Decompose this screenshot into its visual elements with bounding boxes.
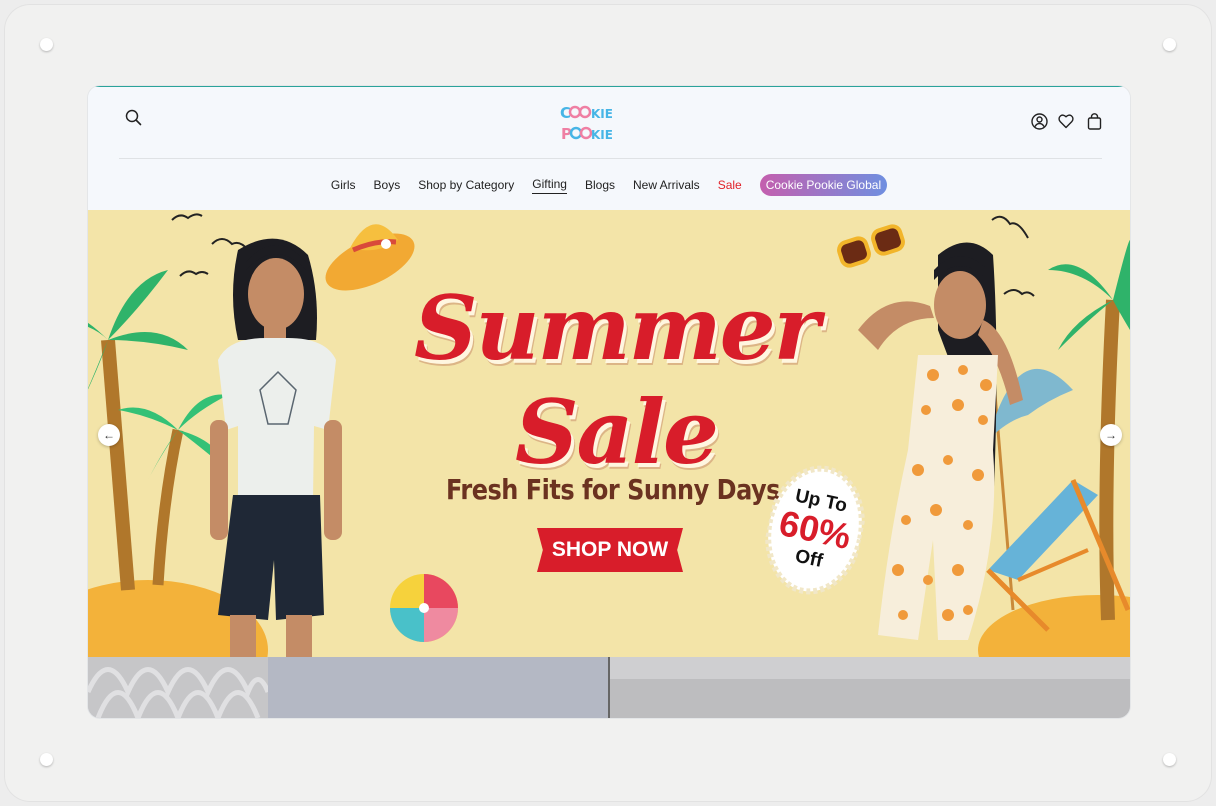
- nav-item-gifting[interactable]: Gifting: [532, 176, 567, 194]
- cookie-pookie-logo[interactable]: C KIE P KIE: [560, 100, 613, 144]
- site-header: C KIE P KIE Girls Boys Shop by Category: [88, 86, 1130, 210]
- nav-item-shop-by-category[interactable]: Shop by Category: [418, 175, 514, 195]
- next-section-preview: [88, 657, 1130, 718]
- beach-ball: [390, 574, 458, 642]
- shop-now-button[interactable]: SHOP NOW: [537, 528, 683, 572]
- user-circle-icon[interactable]: [1028, 110, 1050, 132]
- frame-screw: [40, 753, 53, 766]
- nav-item-sale[interactable]: Sale: [718, 175, 742, 195]
- header-divider: [119, 158, 1102, 159]
- hero-subline: Fresh Fits for Sunny Days: [446, 473, 780, 507]
- main-nav: Girls Boys Shop by Category Gifting Blog…: [88, 174, 1130, 196]
- arrow-right-icon[interactable]: →: [1100, 424, 1122, 446]
- hero-banner[interactable]: ← → Summer Sale Fresh Fits for Sunny Day…: [88, 210, 1130, 657]
- child-model-left: [210, 238, 342, 657]
- arrow-left-icon[interactable]: ←: [98, 424, 120, 446]
- sunglasses: [837, 224, 905, 268]
- nav-item-girls[interactable]: Girls: [331, 175, 356, 195]
- hero-headline: Summer Sale: [413, 276, 820, 484]
- badge-bottom-text: Off: [793, 545, 825, 572]
- frame-screw: [1163, 753, 1176, 766]
- svg-text:KIE: KIE: [591, 128, 612, 142]
- shopping-bag-icon[interactable]: [1083, 110, 1105, 132]
- nav-item-boys[interactable]: Boys: [374, 175, 401, 195]
- search-icon[interactable]: [122, 106, 144, 128]
- frame-screw: [40, 38, 53, 51]
- nav-item-blogs[interactable]: Blogs: [585, 175, 615, 195]
- browser-screen: C KIE P KIE Girls Boys Shop by Category: [88, 86, 1130, 718]
- heart-icon[interactable]: [1055, 110, 1077, 132]
- frame-screw: [1163, 38, 1176, 51]
- svg-text:KIE: KIE: [591, 107, 612, 121]
- nav-item-new-arrivals[interactable]: New Arrivals: [633, 175, 700, 195]
- nav-item-cookie-pookie-global[interactable]: Cookie Pookie Global: [759, 174, 888, 196]
- accent-line: [94, 86, 1124, 87]
